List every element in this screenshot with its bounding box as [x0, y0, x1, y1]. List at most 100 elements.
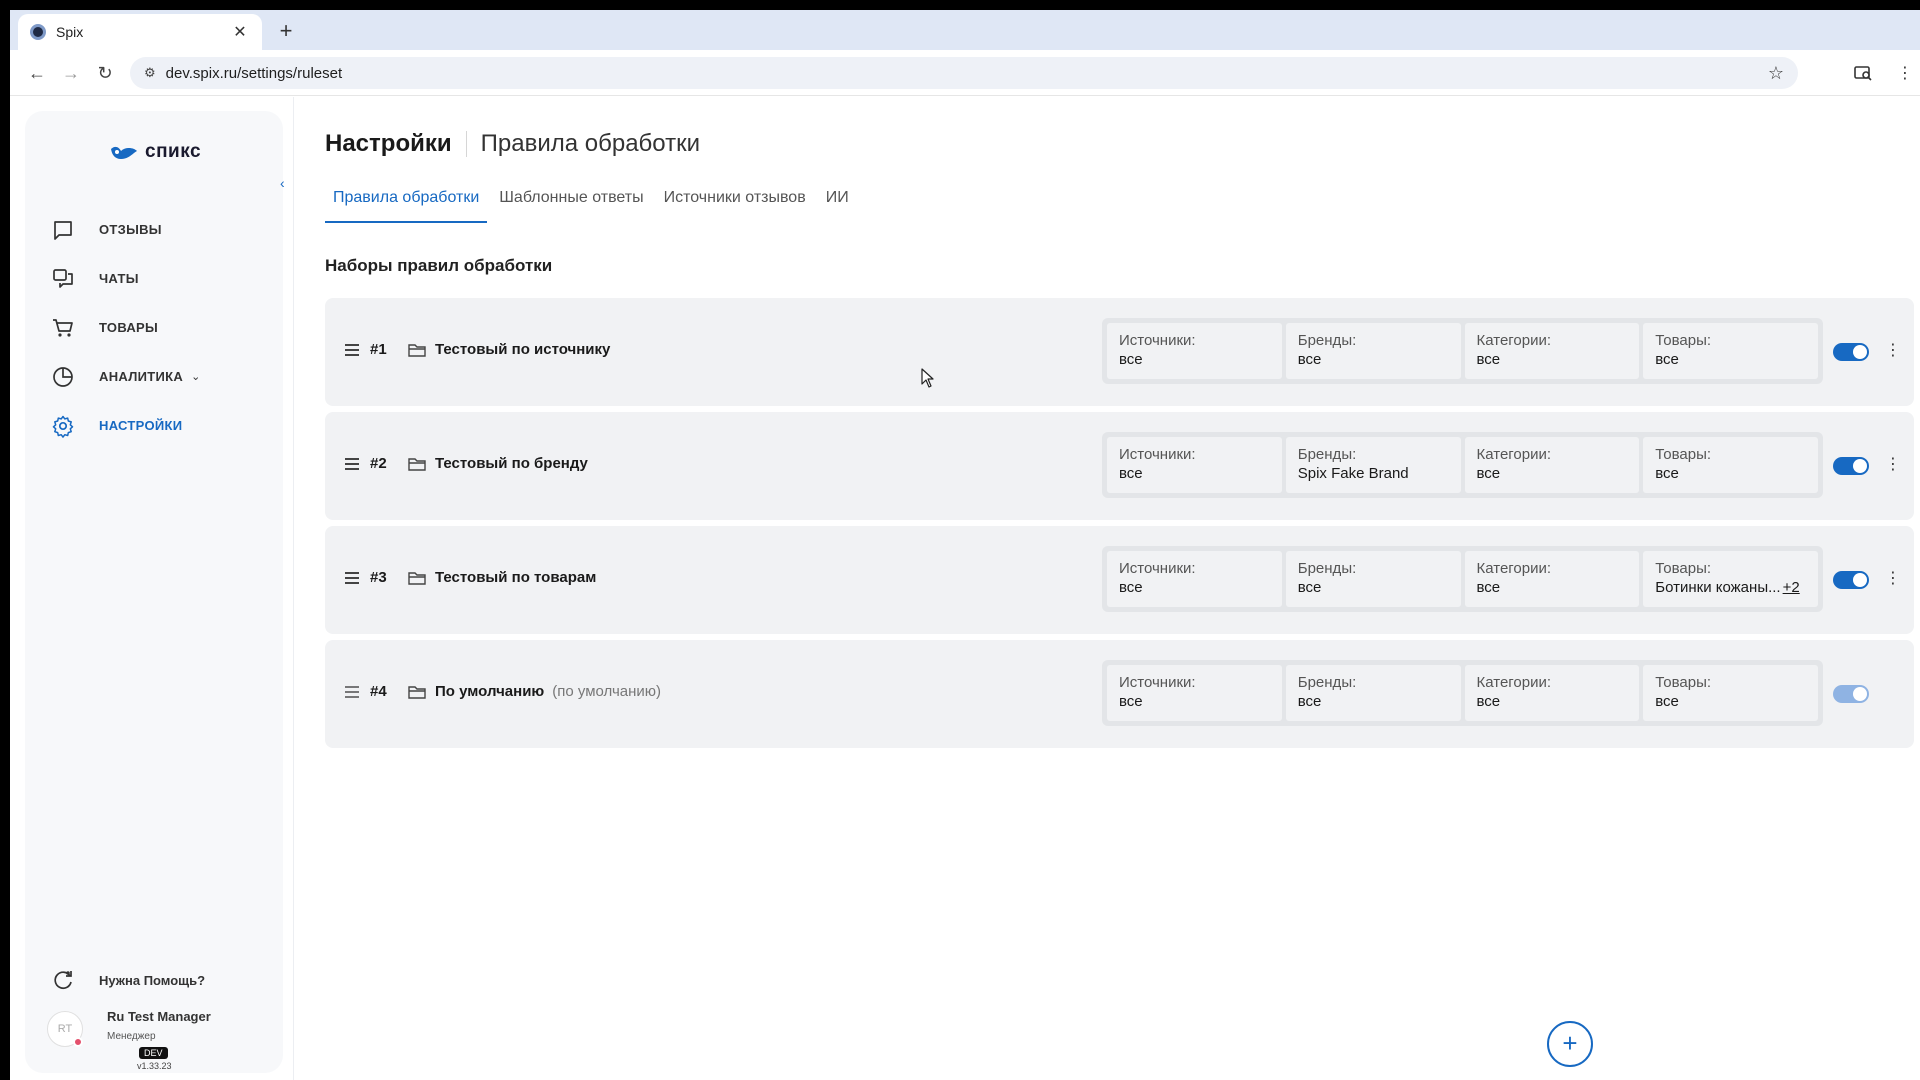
rule-name[interactable]: Тестовый по источнику [435, 341, 618, 358]
filter-label: Товары: [1655, 332, 1712, 349]
tab-ai[interactable]: ИИ [818, 181, 857, 223]
filter-value: все [1476, 579, 1501, 596]
gear-icon [52, 415, 74, 438]
message-square-icon [54, 220, 72, 240]
sidebar-item-analytics[interactable]: АНАЛИТИКА ⌄ [25, 352, 283, 401]
rule-filters: Источники: все Бренды: все Категории: все Т… [1102, 546, 1823, 612]
back-button[interactable]: ← [22, 58, 52, 88]
notification-dot [73, 1037, 83, 1047]
filter-label: Товары: [1655, 446, 1712, 463]
more-products-link[interactable]: +2 [1783, 579, 1800, 596]
sidebar-item-label: ТОВАРЫ [99, 320, 159, 335]
rule-enabled-toggle[interactable] [1833, 571, 1869, 589]
filter-label: Бренды: [1297, 674, 1357, 691]
filter-value: все [1655, 465, 1679, 482]
settings-tabs: Правила обработки Шаблонные ответы Источ… [325, 181, 861, 223]
rule-enabled-toggle[interactable] [1833, 343, 1869, 361]
rule-number: #1 [370, 341, 387, 358]
filter-value: Ботинки кожаны... [1655, 579, 1781, 596]
url-text[interactable]: dev.spix.ru/settings/ruleset [166, 65, 1768, 82]
spix-favicon-icon [30, 24, 46, 40]
reload-button[interactable]: ↻ [90, 58, 120, 88]
drag-handle-icon[interactable] [345, 458, 359, 470]
filter-label: Категории: [1476, 446, 1552, 463]
sidebar-item-settings[interactable]: НАСТРОЙКИ [25, 401, 283, 450]
logo[interactable]: спикс [109, 141, 201, 163]
filter-sources: Источники: все [1107, 437, 1282, 493]
toggle-knob [1853, 687, 1867, 701]
folder-icon [408, 686, 426, 699]
close-tab-icon[interactable]: ✕ [230, 22, 250, 42]
new-tab-button[interactable]: + [272, 18, 300, 46]
filter-value: все [1297, 351, 1322, 368]
page-title: Настройки [325, 130, 452, 157]
browser-tab[interactable]: Spix ✕ [18, 14, 262, 50]
forward-button[interactable]: → [56, 58, 86, 88]
sidebar-item-reviews[interactable]: ОТЗЫВЫ [25, 205, 283, 254]
rule-row[interactable]: #3 Тестовый по товарам Источники: все Бре… [325, 526, 1914, 634]
rule-name[interactable]: Тестовый по бренду [435, 455, 596, 472]
tab-templates[interactable]: Шаблонные ответы [491, 181, 651, 223]
page-subtitle: Правила обработки [480, 130, 700, 157]
rules-list: #1 Тестовый по источнику Источники: все Б… [325, 298, 1914, 754]
rule-name[interactable]: По умолчанию (по умолчанию) [435, 683, 661, 700]
sidebar-item-products[interactable]: ТОВАРЫ [25, 303, 283, 352]
sidebar-item-label: ОТЗЫВЫ [99, 222, 162, 237]
rule-name-text: Тестовый по бренду [435, 455, 588, 472]
more-options-icon[interactable]: ⋮ [1885, 340, 1901, 362]
chevron-down-icon: ⌄ [191, 371, 201, 383]
logo-text: спикс [145, 141, 202, 162]
rule-enabled-toggle[interactable] [1833, 457, 1869, 475]
drag-handle-icon[interactable] [345, 572, 359, 584]
toggle-knob [1853, 345, 1867, 359]
filter-label: Категории: [1476, 674, 1552, 691]
rule-number: #2 [370, 455, 387, 472]
filter-value: все [1119, 579, 1143, 596]
rule-row[interactable]: #2 Тестовый по бренду Источники: все Брен… [325, 412, 1914, 520]
filter-sources: Источники: все [1107, 323, 1282, 379]
more-options-icon[interactable]: ⋮ [1885, 568, 1901, 590]
filter-label: Товары: [1655, 674, 1712, 691]
filter-label: Источники: [1119, 332, 1196, 349]
help-link[interactable]: Нужна Помощь? [51, 968, 205, 992]
section-title: Наборы правил обработки [325, 256, 553, 275]
tab-rules[interactable]: Правила обработки [325, 181, 488, 223]
rule-name[interactable]: Тестовый по товарам [435, 569, 604, 586]
sidebar-item-label: ЧАТЫ [99, 271, 139, 286]
rule-row[interactable]: #1 Тестовый по источнику Источники: все Б… [325, 298, 1914, 406]
site-info-icon[interactable]: ⚙ [144, 65, 156, 81]
filter-value: все [1119, 693, 1143, 710]
user-name: Ru Test Manager [107, 1009, 211, 1024]
filter-value: Spix Fake Brand [1297, 465, 1409, 482]
add-rule-button[interactable]: + [1547, 1021, 1593, 1067]
sidebar-item-label: АНАЛИТИКА [99, 369, 184, 384]
app: спикс ‹ ОТЗЫВЫ ЧАТЫ ТОВАРЫ АНАЛИТИКА ⌄ Н… [10, 97, 1920, 1080]
rule-filters: Источники: все Бренды: все Категории: все Т… [1102, 660, 1823, 726]
rule-name-text: Тестовый по источнику [435, 341, 611, 358]
rule-number: #3 [370, 569, 387, 586]
filter-brands: Бренды: все [1285, 323, 1461, 379]
filter-categories: Категории: все [1464, 665, 1640, 721]
toggle-knob [1853, 573, 1867, 587]
filter-products: Товары: все [1643, 323, 1818, 379]
media-search-icon[interactable] [1848, 58, 1878, 88]
sidebar-item-chats[interactable]: ЧАТЫ [25, 254, 283, 303]
browser-tabstrip: Spix ✕ + [10, 10, 1920, 50]
filter-categories: Категории: все [1464, 551, 1640, 607]
tab-sources[interactable]: Источники отзывов [656, 181, 814, 223]
bookmark-star-icon[interactable]: ☆ [1768, 63, 1784, 84]
more-options-icon[interactable]: ⋮ [1885, 454, 1901, 476]
filter-value: все [1655, 351, 1679, 368]
collapse-sidebar-icon[interactable]: ‹ [280, 175, 285, 191]
filter-value: все [1297, 579, 1322, 596]
filter-value: все [1476, 351, 1501, 368]
drag-handle-icon[interactable] [345, 344, 359, 356]
user-profile[interactable]: RT Ru Test Manager Менеджер DEV v1.33.23 [43, 1009, 273, 1071]
browser-menu-icon[interactable]: ⋮ [1890, 58, 1920, 88]
address-bar[interactable]: ⚙ dev.spix.ru/settings/ruleset ☆ [130, 57, 1798, 89]
drag-handle-icon [345, 686, 359, 698]
filter-sources: Источники: все [1107, 665, 1282, 721]
filter-label: Источники: [1119, 674, 1196, 691]
rule-row[interactable]: #4 По умолчанию (по умолчанию) Источники:… [325, 640, 1914, 748]
folder-icon [408, 344, 426, 357]
